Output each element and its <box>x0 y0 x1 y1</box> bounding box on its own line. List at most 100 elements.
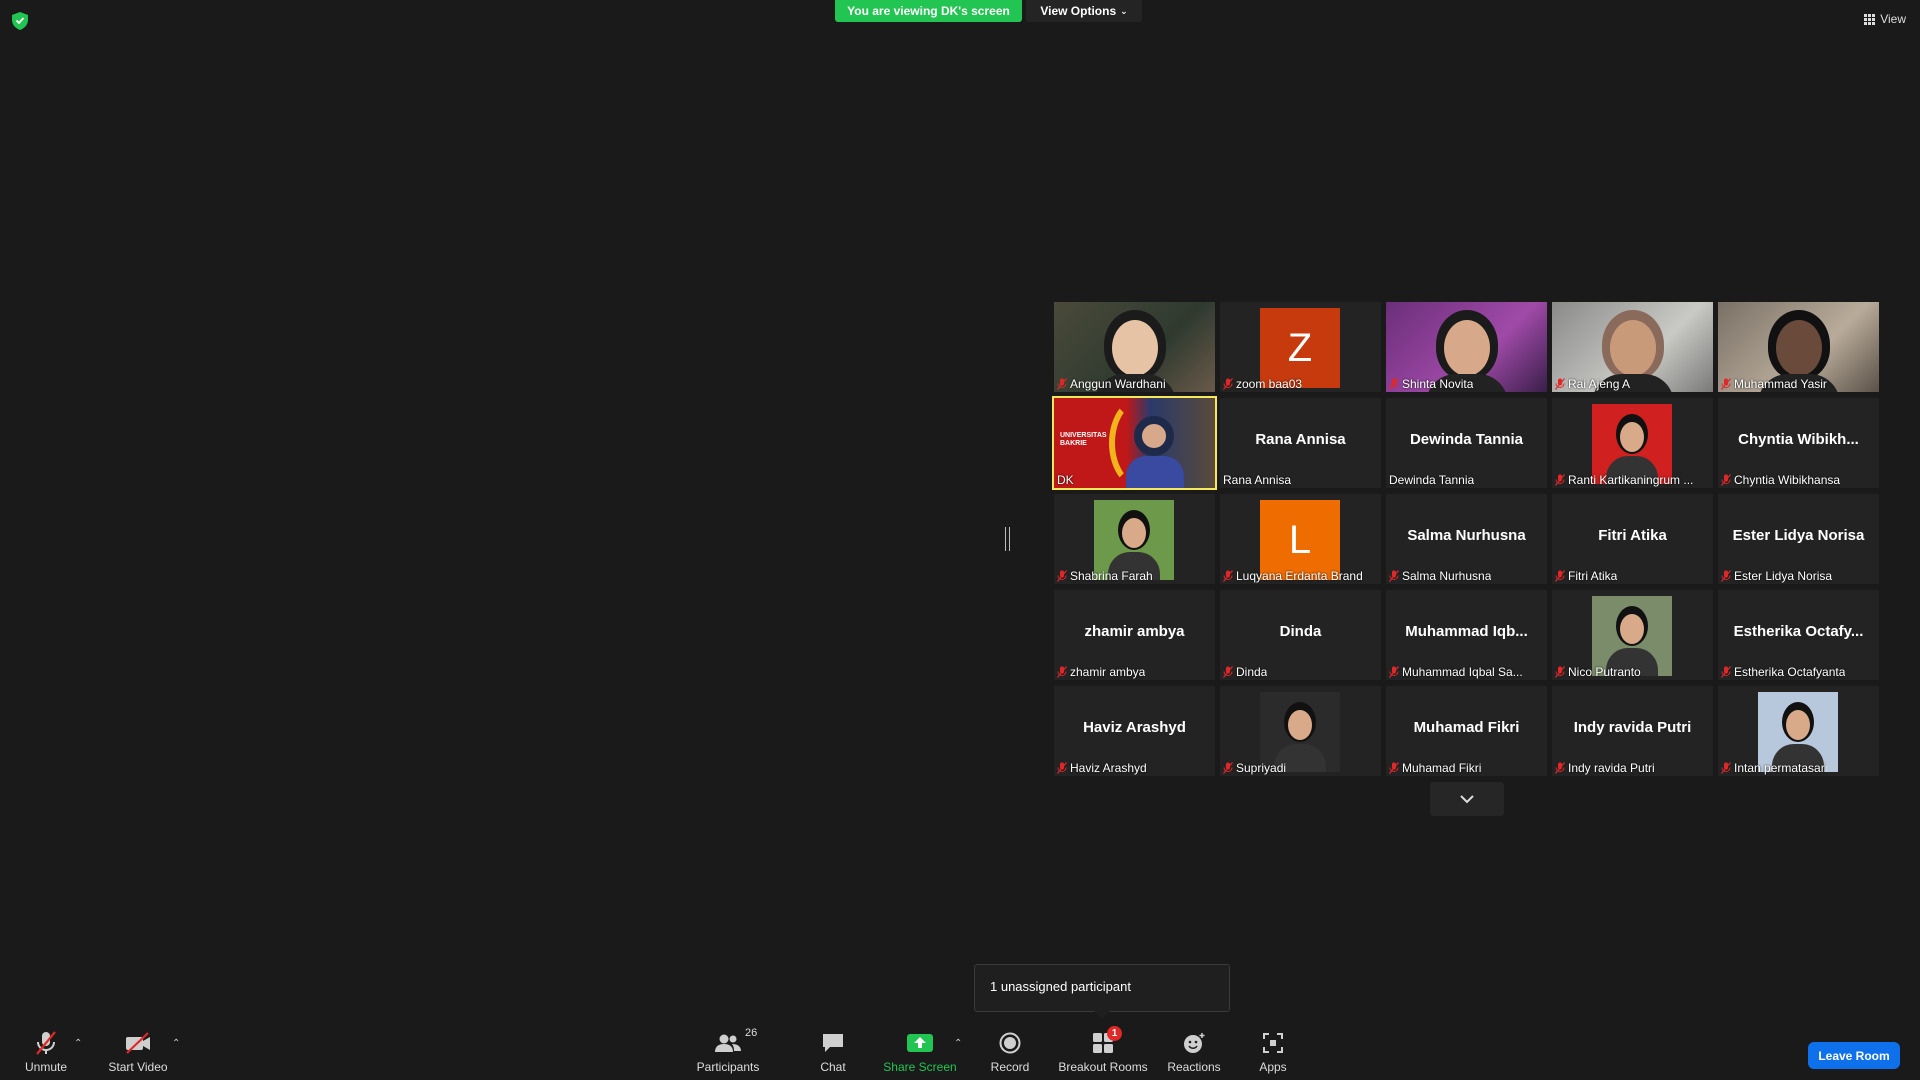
share-options-caret[interactable]: ⌃ <box>954 1038 962 1049</box>
mic-muted-icon <box>1057 570 1067 582</box>
participants-icon: 26 <box>715 1027 757 1057</box>
participant-tile[interactable]: Shinta Novita <box>1386 302 1547 392</box>
unassigned-participant-tooltip: 1 unassigned participant <box>974 964 1230 1012</box>
tooltip-arrow <box>1094 1011 1110 1019</box>
apps-icon <box>1263 1029 1283 1057</box>
participant-tile[interactable]: Muhammad Yasir <box>1718 302 1879 392</box>
participant-name: Anggun Wardhani <box>1070 377 1166 391</box>
participant-name: Luqyana Erdanta Brand <box>1236 569 1363 583</box>
participant-name: Rana Annisa <box>1223 473 1292 487</box>
participant-tile[interactable]: Muhammad Iqb... Muhammad Iqbal Sa... <box>1386 590 1547 680</box>
mic-muted-icon <box>1721 666 1731 678</box>
participant-name: zhamir ambya <box>1070 665 1146 679</box>
participant-tile[interactable]: Dinda Dinda <box>1220 590 1381 680</box>
share-screen-button[interactable]: Share Screen <box>880 1024 960 1080</box>
breakout-rooms-icon: 1 <box>1092 1026 1122 1057</box>
apps-button[interactable]: Apps <box>1250 1024 1296 1080</box>
view-options-button[interactable]: View Options ⌄ <box>1026 0 1142 22</box>
participant-display-name: Chyntia Wibikh... <box>1738 431 1859 448</box>
gallery-view: Anggun Wardhani Zzoom baa03 Shinta Novita R… <box>1052 302 1879 776</box>
avatar <box>1592 404 1672 484</box>
participant-display-name: zhamir ambya <box>1084 623 1185 640</box>
participant-tile[interactable]: Ranti Kartikaningrum ... <box>1552 398 1713 488</box>
participant-tile[interactable]: Shabrina Farah <box>1054 494 1215 584</box>
participant-name-label: Dewinda Tannia <box>1389 473 1474 487</box>
audio-options-caret[interactable]: ⌃ <box>74 1038 82 1049</box>
participant-name: Salma Nurhusna <box>1402 569 1492 583</box>
participant-tile[interactable]: Ester Lidya Norisa Ester Lidya Norisa <box>1718 494 1879 584</box>
mic-muted-icon <box>1389 762 1399 774</box>
chat-label: Chat <box>820 1060 846 1074</box>
participant-display-name: Indy ravida Putri <box>1573 719 1692 736</box>
participant-tile[interactable]: Haviz Arashyd Haviz Arashyd <box>1054 686 1215 776</box>
avatar <box>1592 596 1672 676</box>
breakout-badge: 1 <box>1107 1026 1122 1041</box>
unmute-label: Unmute <box>24 1060 68 1074</box>
participant-name-label: Indy ravida Putri <box>1555 761 1655 775</box>
record-label: Record <box>990 1060 1030 1074</box>
chevron-down-icon: ⌄ <box>1120 5 1128 16</box>
participant-name: Fitri Atika <box>1568 569 1618 583</box>
record-button[interactable]: Record <box>985 1024 1035 1080</box>
participant-tile[interactable]: Muhamad Fikri Muhamad Fikri <box>1386 686 1547 776</box>
mic-muted-icon <box>1389 666 1399 678</box>
slide-line-1: UNIVERSITAS <box>1060 432 1107 439</box>
avatar: Z <box>1260 308 1340 388</box>
participant-tile[interactable]: Chyntia Wibikh... Chyntia Wibikhansa <box>1718 398 1879 488</box>
start-video-button[interactable]: Start Video <box>104 1024 172 1080</box>
participant-display-name: Estherika Octafy... <box>1733 623 1864 640</box>
participant-display-name: Salma Nurhusna <box>1407 527 1526 544</box>
participant-name: Ranti Kartikaningrum ... <box>1568 473 1694 487</box>
breakout-rooms-label: Breakout Rooms <box>1058 1060 1148 1074</box>
participant-name-label: Nico Putranto <box>1555 665 1641 679</box>
mic-muted-icon <box>1057 666 1067 678</box>
participant-name: Haviz Arashyd <box>1070 761 1147 775</box>
leave-room-button[interactable]: Leave Room <box>1808 1042 1900 1069</box>
participant-tile[interactable]: UNIVERSITAS BAKRIE DK <box>1052 396 1217 490</box>
participant-display-name: Dinda <box>1279 623 1322 640</box>
mic-muted-icon <box>1223 762 1233 774</box>
participant-tile[interactable]: Zzoom baa03 <box>1220 302 1381 392</box>
participant-tile[interactable]: Intan permatasari <box>1718 686 1879 776</box>
participant-name-label: zoom baa03 <box>1223 377 1302 391</box>
participant-tile[interactable]: Rai Ajeng A <box>1552 302 1713 392</box>
participant-name-label: Supriyadi <box>1223 761 1286 775</box>
panel-splitter-handle[interactable] <box>1005 527 1010 551</box>
zoom-meeting-window: You are viewing DK's screen View Options… <box>0 0 1920 1080</box>
view-label: View <box>1880 12 1906 26</box>
participant-tile[interactable]: Rana Annisa Rana Annisa <box>1220 398 1381 488</box>
participant-tile[interactable]: Estherika Octafy... Estherika Octafyanta <box>1718 590 1879 680</box>
chat-icon <box>821 1029 845 1057</box>
video-options-caret[interactable]: ⌃ <box>172 1038 180 1049</box>
participant-name-label: Dinda <box>1223 665 1267 679</box>
participants-button[interactable]: 26 Participants <box>690 1024 766 1080</box>
participant-name-label: Haviz Arashyd <box>1057 761 1147 775</box>
mic-muted-icon <box>1555 666 1565 678</box>
view-button[interactable]: View <box>1864 10 1906 28</box>
mic-muted-icon <box>1057 762 1067 774</box>
gallery-next-page-button[interactable] <box>1430 782 1504 816</box>
avatar <box>1260 692 1340 772</box>
participant-tile[interactable]: Nico Putranto <box>1552 590 1713 680</box>
participant-tile[interactable]: L Luqyana Erdanta Brand <box>1220 494 1381 584</box>
participant-tile[interactable]: zhamir ambya zhamir ambya <box>1054 590 1215 680</box>
reactions-button[interactable]: Reactions <box>1164 1024 1224 1080</box>
participant-name-label: Ranti Kartikaningrum ... <box>1555 473 1693 487</box>
meeting-toolbar: Unmute ⌃ Start Video ⌃ 26 Participants C… <box>0 1024 1920 1080</box>
participant-name: Supriyadi <box>1236 761 1287 775</box>
participant-tile[interactable]: Supriyadi <box>1220 686 1381 776</box>
chat-button[interactable]: Chat <box>808 1024 858 1080</box>
participant-tile[interactable]: Indy ravida Putri Indy ravida Putri <box>1552 686 1713 776</box>
breakout-rooms-button[interactable]: 1 Breakout Rooms <box>1055 1024 1151 1080</box>
participant-display-name: Dewinda Tannia <box>1409 431 1524 448</box>
unmute-button[interactable]: Unmute <box>18 1024 74 1080</box>
participant-tile[interactable]: Dewinda Tannia Dewinda Tannia <box>1386 398 1547 488</box>
grid-icon <box>1864 13 1876 25</box>
participant-tile[interactable]: Anggun Wardhani <box>1054 302 1215 392</box>
participant-name: Nico Putranto <box>1568 665 1641 679</box>
participant-tile[interactable]: Fitri Atika Fitri Atika <box>1552 494 1713 584</box>
shield-icon[interactable] <box>12 12 28 30</box>
participant-name-label: Shinta Novita <box>1389 377 1473 391</box>
participant-tile[interactable]: Salma Nurhusna Salma Nurhusna <box>1386 494 1547 584</box>
participant-name: zoom baa03 <box>1236 377 1303 391</box>
